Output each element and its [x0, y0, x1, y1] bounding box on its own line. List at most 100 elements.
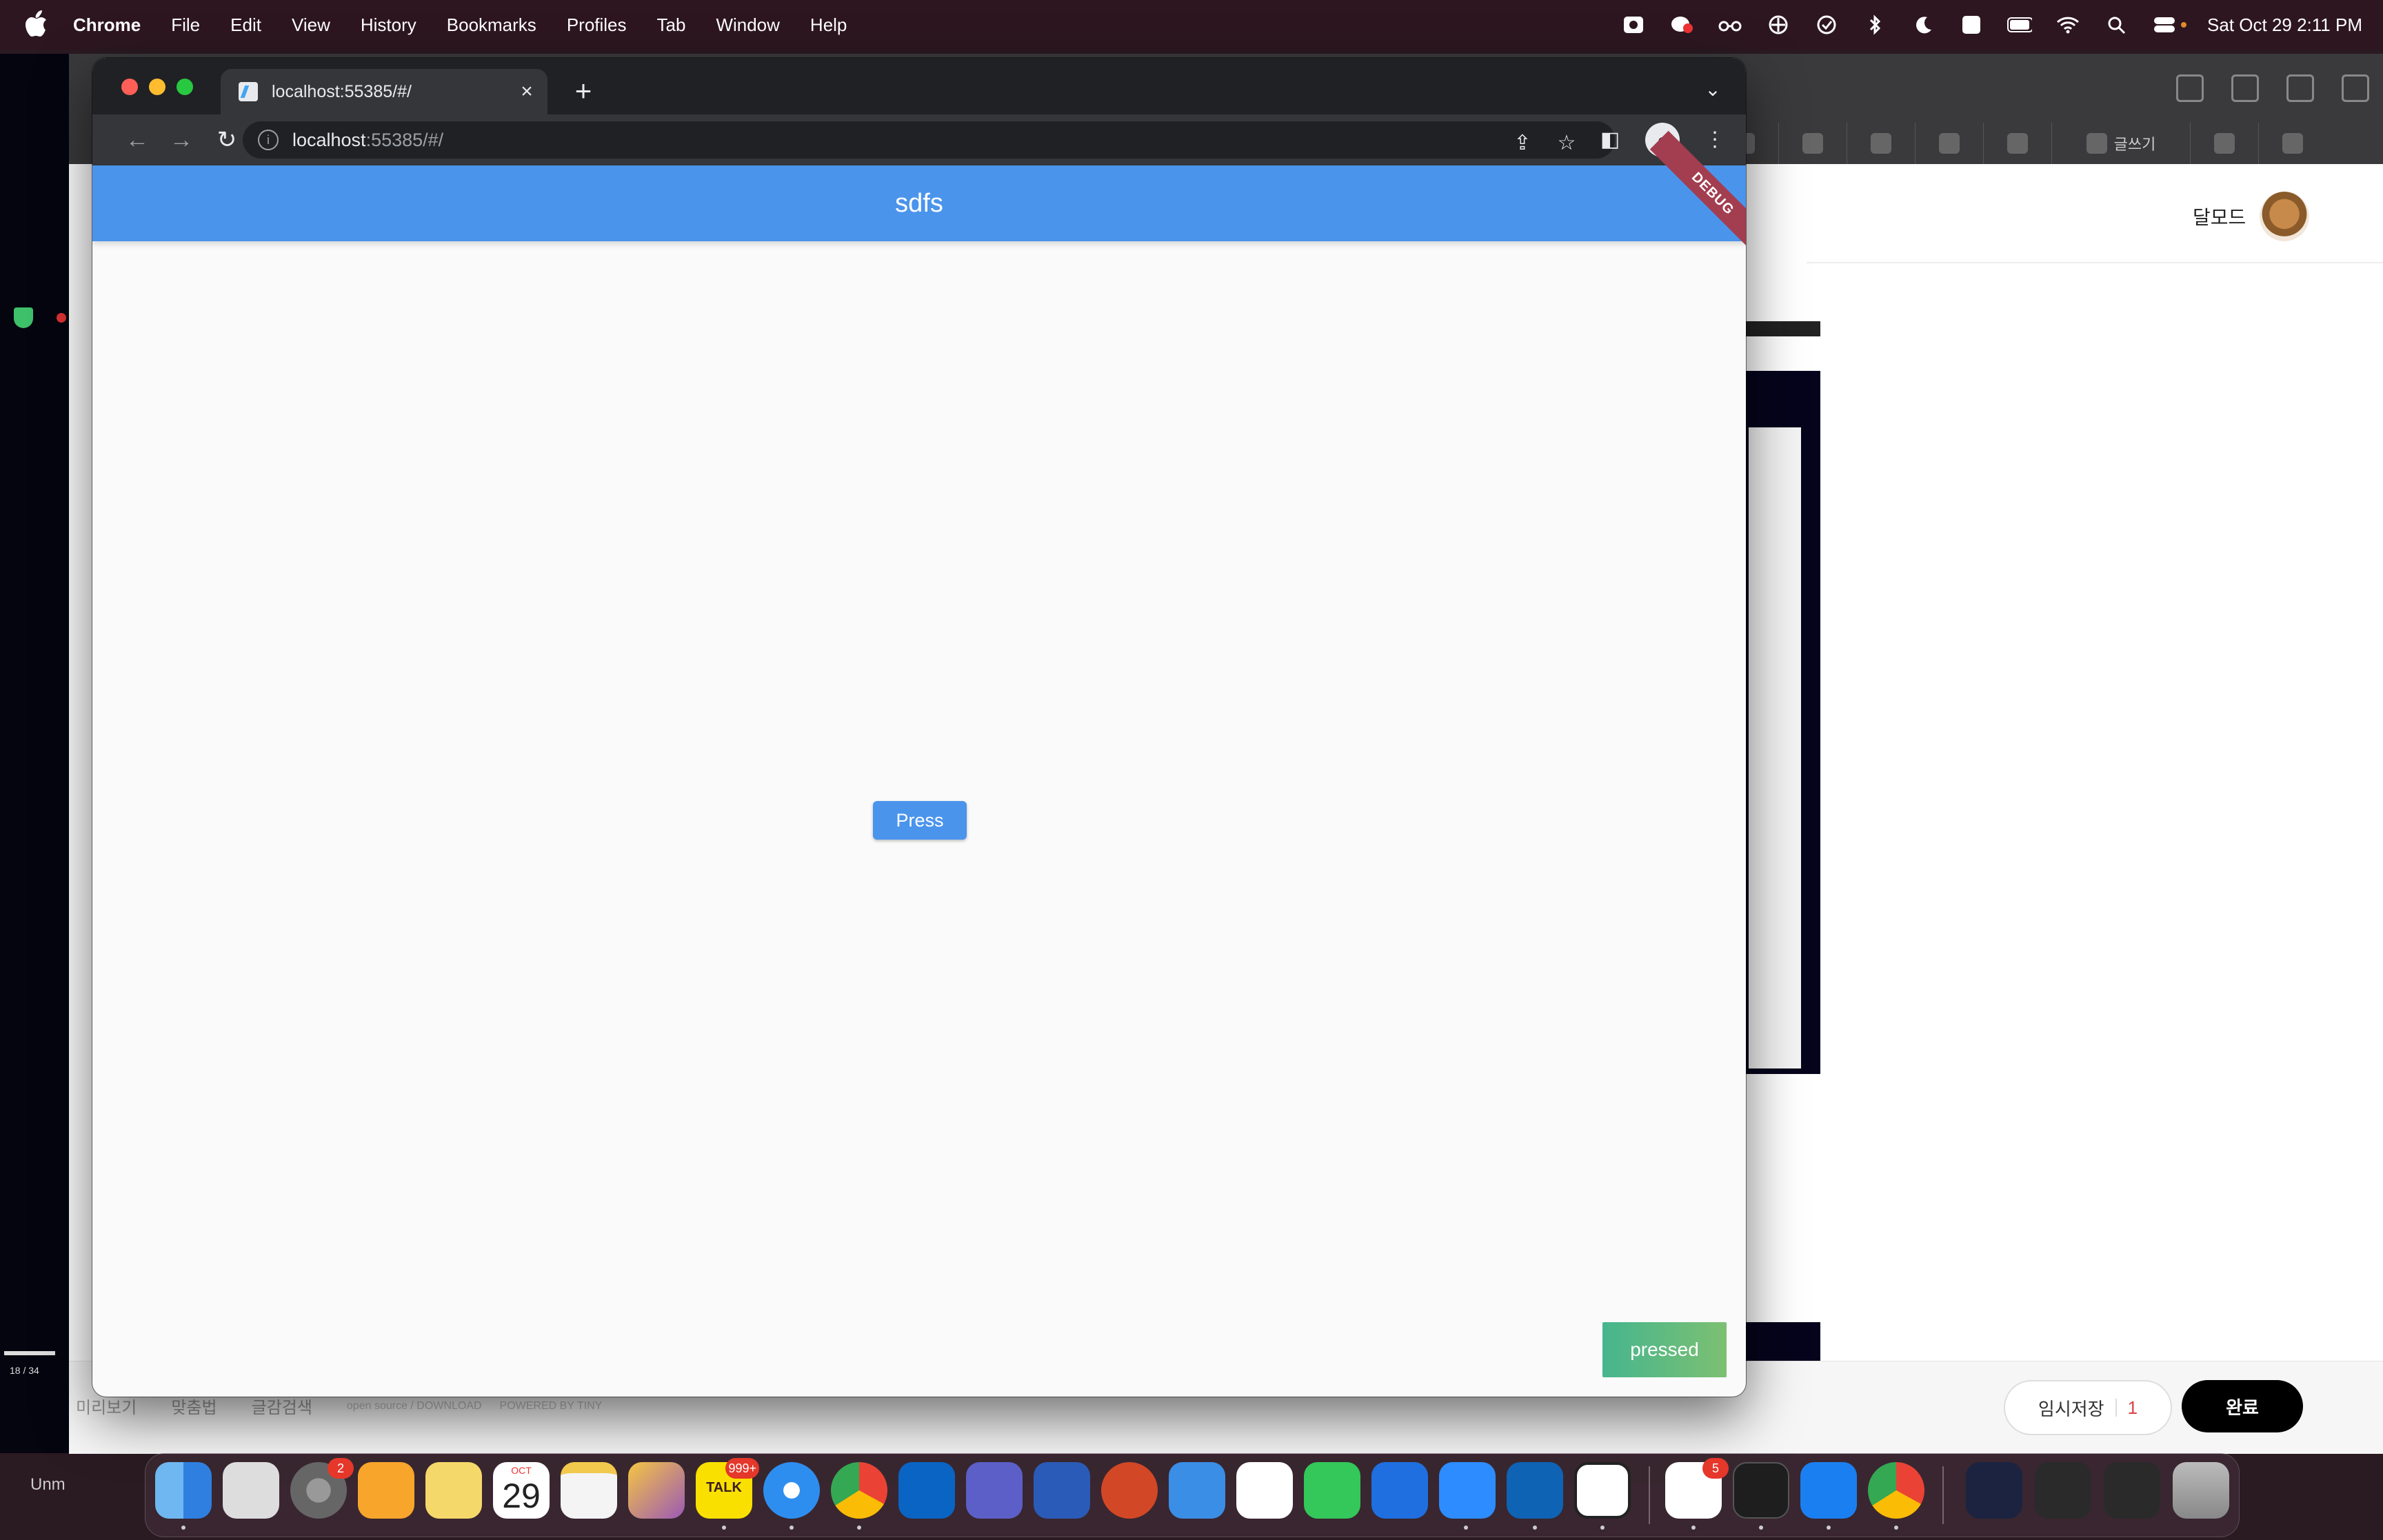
migration-assistant-icon[interactable] — [223, 1462, 279, 1519]
site-info-icon[interactable]: i — [258, 130, 279, 150]
bluetooth-icon[interactable] — [1862, 12, 1887, 37]
background-tab[interactable] — [1778, 123, 1847, 164]
calendar-icon[interactable]: OCT 29 — [493, 1462, 550, 1519]
running-indicator — [1759, 1526, 1763, 1530]
background-tab[interactable] — [1847, 123, 1915, 164]
screen-record-icon[interactable] — [1621, 12, 1646, 37]
battery-icon[interactable] — [2007, 12, 2033, 37]
tab-close-icon[interactable]: × — [513, 80, 541, 103]
moon-icon[interactable] — [1911, 12, 1935, 37]
menu-bookmarks[interactable]: Bookmarks — [447, 14, 536, 36]
spotlight-search-icon[interactable] — [2104, 12, 2129, 37]
avatar[interactable] — [2260, 192, 2310, 241]
press-button[interactable]: Press — [873, 801, 967, 840]
chrome-icon[interactable] — [1868, 1462, 1924, 1519]
vscode-icon[interactable] — [1507, 1462, 1563, 1519]
menu-window[interactable]: Window — [716, 14, 779, 36]
window-zoom-button[interactable] — [177, 79, 193, 95]
apple-logo-icon[interactable] — [25, 10, 47, 37]
glasses-icon[interactable] — [1718, 12, 1742, 37]
stickies-icon[interactable] — [425, 1462, 482, 1519]
background-tab[interactable] — [2258, 123, 2326, 164]
forward-arrow-icon[interactable]: → — [164, 123, 199, 157]
background-tab[interactable] — [2190, 123, 2258, 164]
pages-icon[interactable] — [358, 1462, 414, 1519]
trash-icon[interactable] — [2173, 1462, 2229, 1519]
running-indicator — [1464, 1526, 1468, 1530]
word-icon[interactable] — [1034, 1462, 1090, 1519]
kebab-menu-icon[interactable]: ⋮ — [1698, 123, 1732, 157]
running-indicator — [857, 1526, 861, 1530]
keynote-icon[interactable] — [1169, 1462, 1225, 1519]
waveform-app-icon[interactable] — [628, 1462, 685, 1519]
app-store-icon[interactable] — [1800, 1462, 1857, 1519]
menu-profiles[interactable]: Profiles — [567, 14, 627, 36]
share-icon[interactable]: ⇪ — [1509, 130, 1536, 157]
done-button[interactable]: 완료 — [2182, 1380, 2303, 1432]
messages-icon[interactable] — [1304, 1462, 1360, 1519]
new-tab-button[interactable]: + — [565, 73, 601, 109]
tab-search-chevron-icon[interactable]: ⌄ — [1695, 72, 1731, 108]
safari-icon[interactable] — [763, 1462, 820, 1519]
background-dropdown-bar[interactable] — [1744, 321, 1820, 336]
outlook-icon[interactable] — [898, 1462, 955, 1519]
window-minimize-button[interactable] — [149, 79, 165, 95]
menu-app-name[interactable]: Chrome — [73, 14, 141, 36]
grocery-app-icon[interactable]: 5 — [1665, 1458, 1729, 1519]
side-panel-icon[interactable]: ◧ — [1593, 123, 1627, 157]
xcode-icon[interactable] — [1371, 1462, 1428, 1519]
plus-icon[interactable] — [2286, 74, 2314, 102]
slack-icon[interactable] — [1236, 1462, 1293, 1519]
menu-file[interactable]: File — [171, 14, 200, 36]
korean-input-icon[interactable] — [1959, 12, 1984, 37]
open-source-link[interactable]: open source / DOWNLOAD — [347, 1400, 482, 1412]
background-zoom-strip — [0, 54, 69, 1453]
temp-save-button[interactable]: 임시저장 1 — [2004, 1380, 2172, 1435]
download-icon[interactable] — [2176, 74, 2204, 102]
menubar-clock[interactable]: Sat Oct 29 2:11 PM — [2207, 14, 2362, 36]
menu-history[interactable]: History — [361, 14, 416, 36]
notion-icon[interactable] — [1574, 1462, 1631, 1519]
window-close-button[interactable] — [121, 79, 138, 95]
menu-view[interactable]: View — [292, 14, 330, 36]
running-indicator — [1600, 1526, 1605, 1530]
wifi-icon[interactable] — [2055, 12, 2080, 37]
system-settings-icon[interactable]: 2 — [290, 1458, 354, 1519]
reload-icon[interactable]: ↻ — [210, 123, 244, 157]
terminal-icon[interactable] — [1733, 1462, 1789, 1519]
chrome-icon[interactable] — [831, 1462, 887, 1519]
background-tab-write[interactable]: 글쓰기 — [2051, 123, 2190, 164]
powerpoint-icon[interactable] — [1101, 1462, 1158, 1519]
recent-window-thumbnail[interactable] — [2035, 1462, 2091, 1519]
zoom-icon[interactable] — [1439, 1462, 1496, 1519]
check-circle-icon[interactable] — [1814, 12, 1839, 37]
crosshair-icon[interactable] — [1766, 12, 1791, 37]
menu-help[interactable]: Help — [810, 14, 847, 36]
share-icon[interactable] — [2231, 74, 2259, 102]
background-unmute-label[interactable]: Unm — [30, 1475, 66, 1495]
notes-icon[interactable] — [561, 1462, 617, 1519]
background-user-profile[interactable]: 달모드 — [2193, 192, 2310, 241]
teams-icon[interactable] — [966, 1462, 1023, 1519]
menu-edit[interactable]: Edit — [230, 14, 261, 36]
kakaotalk-icon[interactable]: TALK 999+ — [696, 1458, 759, 1519]
recent-window-thumbnail[interactable] — [2104, 1462, 2160, 1519]
chat-notification-icon[interactable] — [1669, 12, 1694, 37]
address-bar[interactable]: i localhost:55385/#/ ⇪ ☆ — [243, 121, 1615, 159]
grid-icon[interactable] — [2342, 74, 2369, 102]
menu-tab[interactable]: Tab — [657, 14, 686, 36]
finder-icon[interactable] — [155, 1462, 212, 1519]
background-tab[interactable] — [1915, 123, 1983, 164]
recent-window-thumbnail[interactable] — [1966, 1462, 2022, 1519]
background-tab[interactable] — [1983, 123, 2051, 164]
background-tab-row: 글쓰기 — [1710, 123, 2326, 164]
preview-button[interactable]: 미리보기 — [76, 1394, 137, 1418]
topic-search-button[interactable]: 글감검색 — [252, 1394, 312, 1418]
chrome-tab-active[interactable]: localhost:55385/#/ × — [221, 69, 547, 114]
tab-favicon-icon — [1939, 133, 1960, 154]
spellcheck-button[interactable]: 맞춤법 — [171, 1394, 217, 1418]
running-indicator — [1827, 1526, 1831, 1530]
pressed-snackbar-button[interactable]: pressed — [1602, 1322, 1727, 1377]
back-arrow-icon[interactable]: ← — [120, 123, 154, 157]
control-center-icon[interactable] — [2152, 12, 2177, 37]
